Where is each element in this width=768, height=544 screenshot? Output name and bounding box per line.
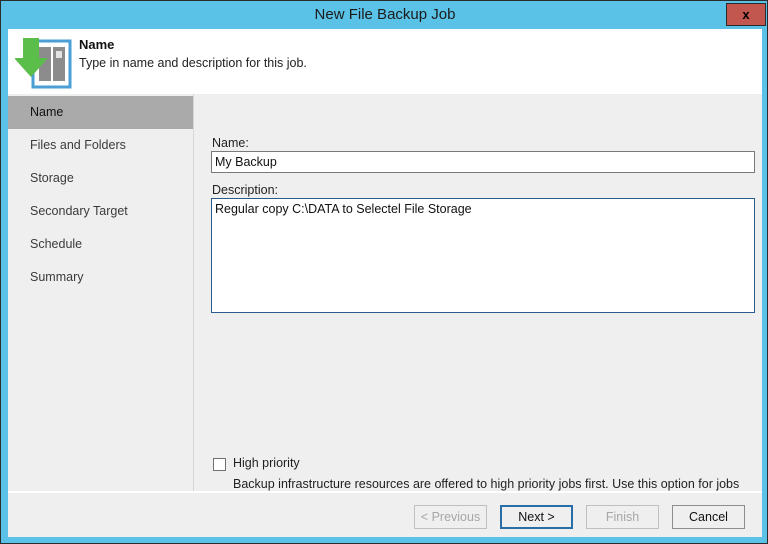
dialog-window: New File Backup Job x Name Type in name …	[0, 0, 768, 544]
description-label: Description:	[212, 183, 278, 197]
sidebar-item-files-and-folders[interactable]: Files and Folders	[8, 129, 193, 162]
dialog-body: Name Files and Folders Storage Secondary…	[8, 94, 762, 508]
finish-button[interactable]: Finish	[586, 505, 659, 529]
title-bar: New File Backup Job x	[1, 1, 767, 29]
dialog-client-area: Name Type in name and description for th…	[8, 29, 762, 537]
name-label: Name:	[212, 136, 249, 150]
sidebar-item-summary[interactable]: Summary	[8, 261, 193, 294]
sidebar-item-secondary-target[interactable]: Secondary Target	[8, 195, 193, 228]
backup-job-icon	[15, 38, 72, 89]
sidebar-item-storage[interactable]: Storage	[8, 162, 193, 195]
wizard-steps-sidebar: Name Files and Folders Storage Secondary…	[8, 94, 194, 491]
dialog-footer: < Previous Next > Finish Cancel	[8, 491, 762, 537]
sidebar-item-name[interactable]: Name	[8, 96, 193, 129]
next-button[interactable]: Next >	[500, 505, 573, 529]
page-subtitle: Type in name and description for this jo…	[79, 56, 307, 70]
wizard-content: Name: Description: High priority Backup …	[195, 94, 762, 508]
wizard-header: Name Type in name and description for th…	[8, 29, 762, 94]
high-priority-checkbox[interactable]	[213, 458, 226, 471]
sidebar-item-schedule[interactable]: Schedule	[8, 228, 193, 261]
page-title: Name	[79, 37, 115, 52]
high-priority-label[interactable]: High priority	[233, 456, 300, 470]
window-title: New File Backup Job	[314, 6, 456, 23]
cancel-button[interactable]: Cancel	[672, 505, 745, 529]
name-input[interactable]	[211, 151, 755, 173]
description-input[interactable]	[211, 198, 755, 313]
previous-button[interactable]: < Previous	[414, 505, 487, 529]
close-icon[interactable]: x	[726, 3, 766, 26]
